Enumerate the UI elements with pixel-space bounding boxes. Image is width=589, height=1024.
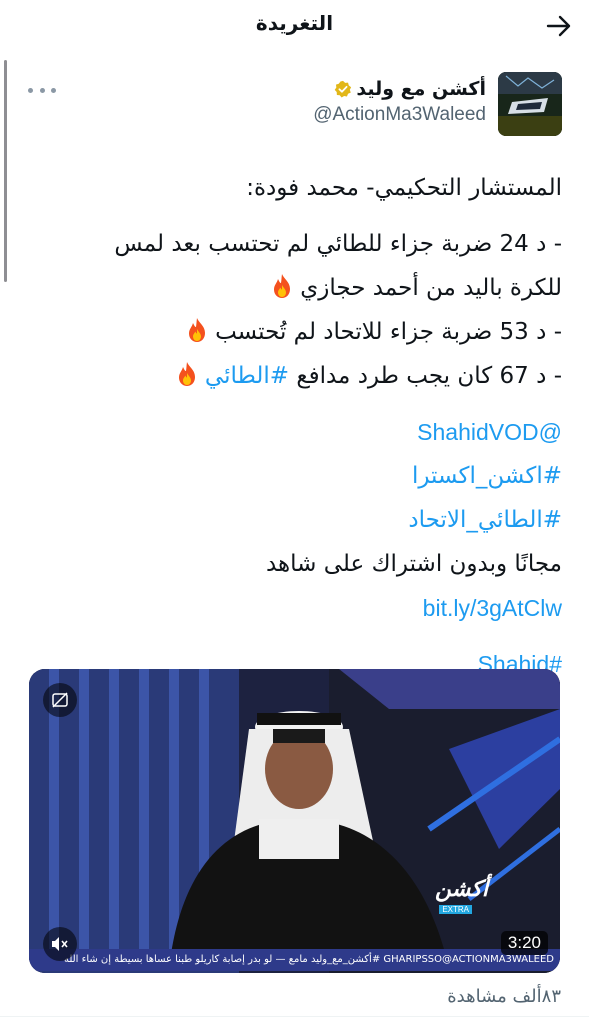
channel-logo-sub: EXTRA xyxy=(439,905,472,914)
video-frame xyxy=(29,669,560,973)
hashtag-link[interactable]: #اكشن_اكسترا xyxy=(28,454,562,498)
author-handle[interactable]: @ActionMa3Waleed xyxy=(313,104,486,126)
mute-button[interactable] xyxy=(43,927,77,961)
fire-emoji-icon xyxy=(273,274,290,298)
volume-mute-icon xyxy=(52,937,68,951)
tweet-line: المستشار التحكيمي- محمد فودة: xyxy=(246,175,562,201)
url-link[interactable]: bit.ly/3gAtClw xyxy=(28,586,562,630)
more-horizontal-icon xyxy=(28,87,33,93)
hide-media-button[interactable] xyxy=(43,683,77,717)
channel-logo: أكشن xyxy=(435,877,488,902)
tweet-line: مجانًا وبدون اشتراك على شاهد xyxy=(265,551,562,577)
video-player[interactable]: أكشن EXTRA GHARIPSSO@ACTIONMA3WALEED #أك… xyxy=(29,669,560,973)
top-bar: التغريدة xyxy=(0,0,589,52)
scroll-indicator[interactable] xyxy=(4,60,7,282)
tweet-line: - د 24 ضربة جزاء للطائي لم تحتسب بعد لمس xyxy=(114,231,562,257)
tweet-line: - د 53 ضربة جزاء للاتحاد لم تُحتسب xyxy=(28,310,562,354)
hashtag-link[interactable]: #الطائي xyxy=(205,363,289,389)
hashtag-link[interactable]: #الطائي_الاتحاد xyxy=(28,498,562,542)
news-ticker: GHARIPSSO@ACTIONMA3WALEED #أكشن_مع_وليد … xyxy=(29,949,560,971)
fire-emoji-icon xyxy=(178,362,195,386)
tweet-line: - د 67 كان يجب طرد مدافع #الطائي xyxy=(28,354,562,398)
hide-media-icon xyxy=(52,692,68,708)
avatar[interactable] xyxy=(498,72,562,136)
page-title: التغريدة xyxy=(255,11,334,35)
author-name: أكشن مع وليد xyxy=(356,78,486,100)
tweet-text: المستشار التحكيمي- محمد فودة: - د 24 ضرب… xyxy=(28,166,562,686)
fire-emoji-icon xyxy=(188,318,205,342)
view-count: ٨٣ألف مشاهدة xyxy=(447,986,561,1007)
tweet-line: للكرة باليد من أحمد حجازي xyxy=(28,266,562,310)
mention-link[interactable]: @ShahidVOD xyxy=(28,410,562,454)
video-duration: 3:20 xyxy=(500,931,548,955)
divider xyxy=(0,1016,589,1017)
author-block: أكشن مع وليد @ActionMa3Waleed xyxy=(313,78,486,126)
verified-badge-icon xyxy=(335,80,352,98)
more-options-button[interactable] xyxy=(28,80,56,100)
author-name-row[interactable]: أكشن مع وليد xyxy=(334,78,486,100)
